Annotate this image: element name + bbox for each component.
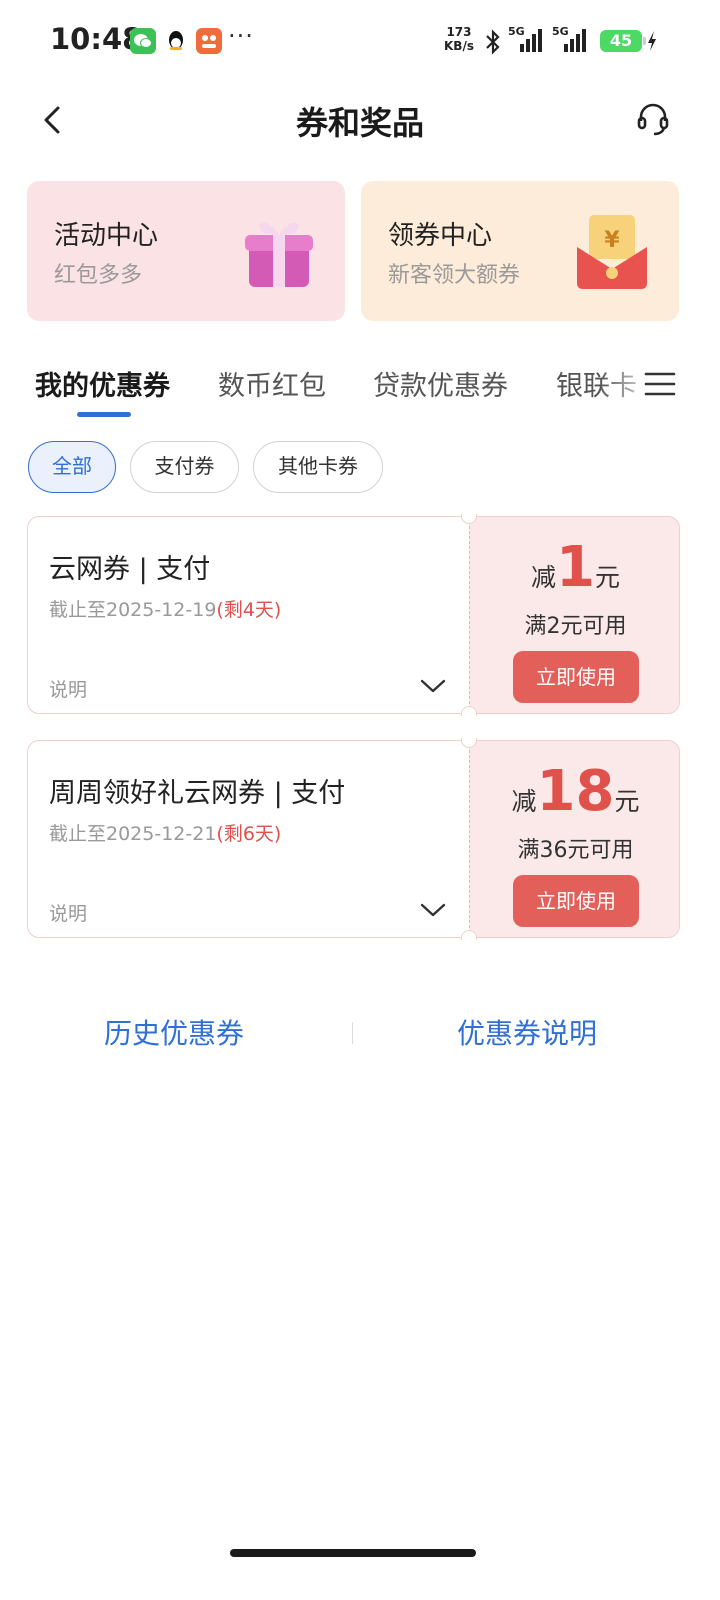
signal-label: 5G [508, 25, 525, 38]
menu-icon[interactable] [644, 368, 676, 400]
use-now-button[interactable]: 立即使用 [513, 651, 639, 703]
coupon-center-card[interactable]: 领券中心 新客领大额券 ¥ [361, 181, 679, 321]
activity-center-card[interactable]: 活动中心 红包多多 [27, 181, 345, 321]
header: 券和奖品 [0, 84, 720, 160]
coupon-description-toggle[interactable]: 说明 [49, 899, 87, 926]
tab-loan-coupons[interactable]: 贷款优惠券 [373, 364, 508, 403]
history-coupons-link[interactable]: 历史优惠券 [104, 1012, 244, 1052]
charging-icon [648, 31, 656, 51]
signal-icon: 5G [552, 25, 592, 54]
filter-all[interactable]: 全部 [28, 441, 116, 493]
net-speed-unit: KB/s [444, 39, 474, 53]
gift-box-icon [245, 222, 313, 287]
page-title: 券和奖品 [295, 104, 424, 142]
coupon-amount-prefix: 减 [511, 787, 537, 816]
wechat-icon [130, 28, 156, 54]
activity-center-subtitle: 红包多多 [54, 263, 143, 288]
coupon-remaining-days: (剩4天) [216, 599, 282, 621]
app-notification-icon [196, 28, 222, 54]
svg-text:¥: ¥ [604, 228, 620, 253]
bluetooth-icon [486, 29, 500, 55]
coupon-card: 云网券 | 支付 截止至2025-12-19(剩4天) 说明 减1元 满2元可用… [27, 514, 680, 716]
coupon-amount-unit: 元 [594, 563, 620, 592]
coupon-tabs: 我的优惠券 数币红包 贷款优惠券 银联卡 [0, 352, 720, 422]
coupon-amount-value: 1 [556, 535, 595, 600]
coupon-center-subtitle: 新客领大额券 [388, 263, 521, 288]
coupon-notch [461, 930, 477, 940]
qq-icon [163, 28, 189, 54]
chevron-down-icon[interactable] [420, 901, 446, 919]
coupon-amount-unit: 元 [614, 787, 640, 816]
tab-digital-red-packet[interactable]: 数币红包 [218, 364, 326, 403]
net-speed-value: 173 [446, 25, 472, 39]
home-indicator[interactable] [230, 1549, 476, 1557]
coupon-center-title: 领券中心 [388, 221, 493, 251]
footer-divider [352, 1022, 353, 1044]
status-time: 10:48 [50, 22, 143, 56]
coupon-card: 周周领好礼云网券 | 支付 截止至2025-12-21(剩6天) 说明 减18元… [27, 738, 680, 940]
active-tab-indicator [77, 412, 131, 417]
coupon-amount-prefix: 减 [531, 563, 557, 592]
filter-payment-coupons[interactable]: 支付券 [130, 441, 239, 493]
red-envelope-icon: ¥ [577, 215, 647, 289]
battery-icon: 45 [600, 30, 646, 52]
coupon-title: 云网券 | 支付 [49, 554, 211, 585]
coupon-rules-link[interactable]: 优惠券说明 [457, 1012, 597, 1052]
coupon-title: 周周领好礼云网券 | 支付 [49, 778, 346, 809]
coupon-condition: 满36元可用 [517, 838, 634, 863]
coupon-notch [461, 706, 477, 716]
tab-my-coupons[interactable]: 我的优惠券 [35, 364, 170, 403]
coupon-info: 云网券 | 支付 截止至2025-12-19(剩4天) 说明 [27, 516, 469, 714]
coupon-description-toggle[interactable]: 说明 [49, 675, 87, 702]
coupon-expiry: 截止至2025-12-21(剩6天) [49, 819, 281, 846]
coupon-expiry: 截止至2025-12-19(剩4天) [49, 595, 281, 622]
coupon-amount: 减1元 [470, 537, 681, 599]
coupon-remaining-days: (剩6天) [216, 823, 282, 845]
coupon-expiry-date: 截止至2025-12-19 [49, 599, 217, 621]
chevron-down-icon[interactable] [420, 677, 446, 695]
customer-service-icon[interactable] [634, 100, 672, 138]
coupon-info: 周周领好礼云网券 | 支付 截止至2025-12-21(剩6天) 说明 [27, 740, 469, 938]
more-notifications-icon: ··· [228, 22, 254, 50]
coupon-value-panel: 减1元 满2元可用 立即使用 [469, 516, 680, 714]
filter-other-coupons[interactable]: 其他卡券 [253, 441, 383, 493]
signal-icon: 5G [508, 25, 548, 54]
coupon-expiry-date: 截止至2025-12-21 [49, 823, 217, 845]
signal-label: 5G [552, 25, 569, 38]
coupon-condition: 满2元可用 [524, 614, 627, 639]
status-bar: 10:48 ··· 173 KB/s 5G 5G 45 [0, 0, 720, 84]
net-speed: 173 KB/s [444, 25, 474, 53]
use-now-button[interactable]: 立即使用 [513, 875, 639, 927]
coupon-amount: 减18元 [470, 761, 681, 823]
coupon-amount-value: 18 [536, 759, 615, 824]
activity-center-title: 活动中心 [54, 221, 159, 251]
coupon-value-panel: 减18元 满36元可用 立即使用 [469, 740, 680, 938]
